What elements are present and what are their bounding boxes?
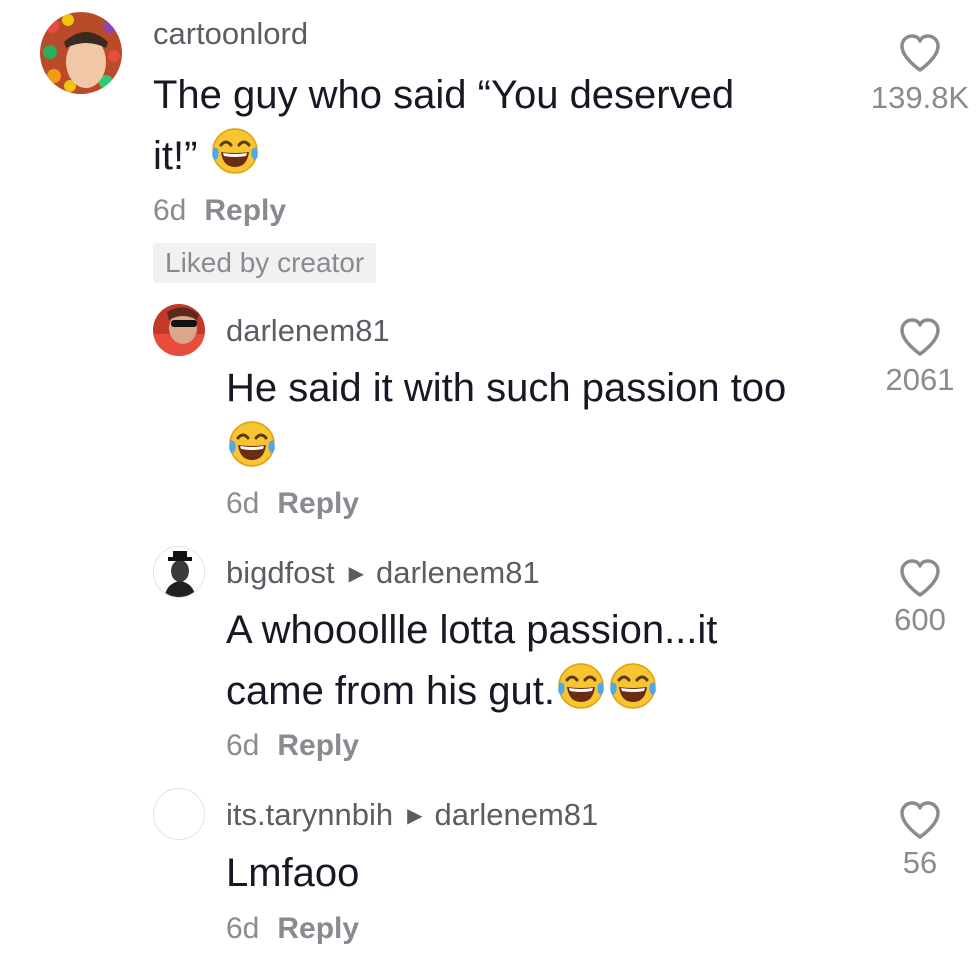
avatar[interactable] [153,546,205,598]
reply-button[interactable]: Reply [204,194,286,227]
tears-of-joy-emoji-icon [607,660,659,712]
tears-of-joy-emoji-icon [226,418,278,470]
comment-text-line: it!” [153,134,198,178]
comment-meta: 6d Reply [153,194,286,228]
comment-text: Lmfaoo [226,843,856,903]
comment-text: A whooollle lotta passion...it came from… [226,600,856,721]
comment-time: 6d [226,912,260,945]
comment-text-line: A whooollle lotta passion...it [226,608,718,652]
reply-button[interactable]: Reply [277,729,359,762]
reply-button[interactable]: Reply [277,487,359,520]
username-label[interactable]: its.tarynnbih [226,797,393,833]
comment-username[interactable]: bigdfost ▶ darlenem81 [226,555,540,591]
comment-meta: 6d Reply [226,729,359,763]
like-count: 600 [894,602,946,637]
reply-arrow-icon: ▶ [348,562,364,585]
reply-to-username[interactable]: darlenem81 [376,555,540,591]
heart-icon[interactable] [898,33,942,73]
reply-button[interactable]: Reply [277,912,359,945]
reply-to-username[interactable]: darlenem81 [435,797,599,833]
comment-text: He said it with such passion too [226,358,856,479]
comment-time: 6d [226,729,260,762]
comment-text-line: The guy who said “You deserved [153,73,735,117]
heart-icon[interactable] [898,558,942,598]
username-label[interactable]: cartoonlord [153,16,308,52]
comment-text-line: He said it with such passion too [226,366,787,410]
comment-username[interactable]: darlenem81 [226,313,390,349]
tears-of-joy-emoji-icon [209,125,261,177]
liked-by-creator-badge: Liked by creator [153,243,377,283]
username-label[interactable]: darlenem81 [226,313,390,349]
avatar[interactable] [153,304,205,356]
like-count: 139.8K [870,80,970,115]
tears-of-joy-emoji-icon [555,660,607,712]
comment-text-line: came from his gut. [226,669,556,713]
like-count: 56 [902,845,938,880]
heart-icon[interactable] [898,800,942,840]
comment-username[interactable]: cartoonlord [153,16,308,52]
comment-meta: 6d Reply [226,912,359,946]
reply-arrow-icon: ▶ [407,804,423,827]
like-count: 2061 [885,362,955,397]
username-label[interactable]: bigdfost [226,555,335,591]
heart-icon[interactable] [898,317,942,357]
comment-username[interactable]: its.tarynnbih ▶ darlenem81 [226,797,598,833]
avatar[interactable] [153,788,205,840]
comment-text: The guy who said “You deserved it!” [153,65,833,186]
comment-time: 6d [153,194,187,227]
comment-time: 6d [226,487,260,520]
comment-meta: 6d Reply [226,487,359,521]
comment-text-line: Lmfaoo [226,851,360,895]
avatar[interactable] [40,12,122,94]
